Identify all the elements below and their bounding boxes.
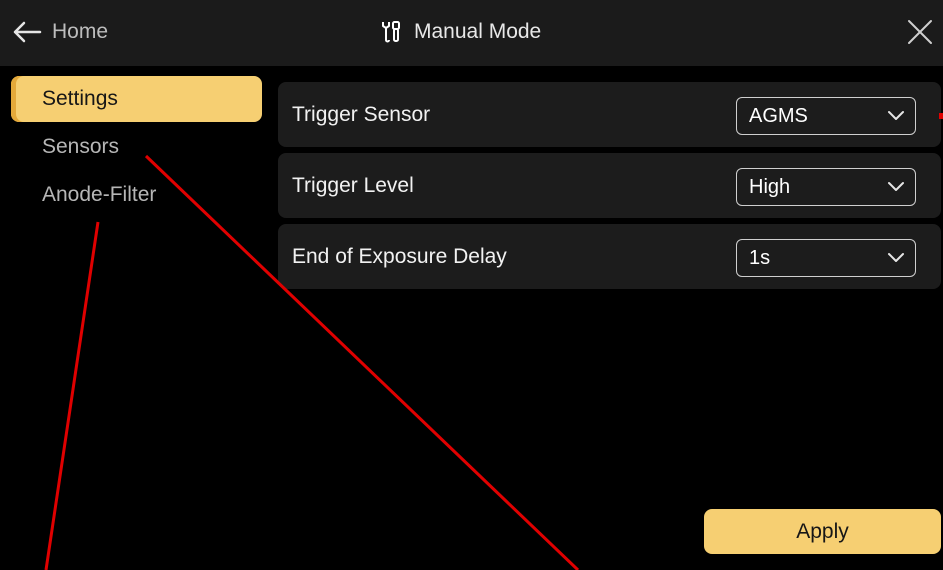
sidebar-item-settings[interactable]: Settings (11, 76, 262, 122)
apply-label: Apply (796, 519, 849, 543)
trigger-sensor-select[interactable]: AGMS (736, 97, 916, 135)
setting-row-trigger-level: Trigger Level High (278, 153, 941, 218)
setting-label: Trigger Sensor (292, 102, 431, 126)
close-icon (908, 20, 932, 44)
annotation-line-anode-filter (44, 221, 100, 570)
select-value: 1s (749, 246, 771, 269)
end-of-exposure-delay-select[interactable]: 1s (736, 239, 916, 277)
sidebar-item-label: Sensors (42, 135, 120, 158)
page-title-text: Manual Mode (414, 20, 542, 43)
page-title: Manual Mode (380, 14, 541, 50)
sidebar-item-sensors[interactable]: Sensors (11, 124, 262, 170)
chevron-down-icon (888, 111, 904, 120)
home-back-button[interactable]: Home (12, 14, 108, 50)
sidebar-item-anode-filter[interactable]: Anode-Filter (11, 172, 262, 218)
chevron-down-icon (888, 182, 904, 191)
sidebar-item-label: Settings (42, 87, 118, 110)
setting-label: End of Exposure Delay (292, 244, 507, 268)
tools-icon (382, 21, 400, 43)
setting-label: Trigger Level (292, 173, 414, 197)
select-value: AGMS (749, 104, 808, 127)
apply-button[interactable]: Apply (704, 509, 941, 554)
chevron-down-icon (888, 253, 904, 262)
trigger-level-select[interactable]: High (736, 168, 916, 206)
title-bar: Home Manual Mode (0, 0, 943, 66)
select-value: High (749, 175, 791, 198)
home-label: Home (52, 20, 109, 43)
setting-row-trigger-sensor: Trigger Sensor AGMS (278, 82, 941, 147)
close-button[interactable] (903, 14, 937, 50)
setting-row-end-of-exposure-delay: End of Exposure Delay 1s (278, 224, 941, 289)
arrow-left-icon (13, 21, 42, 43)
annotation-edge-mark (939, 113, 943, 119)
annotation-line-sensors (144, 154, 580, 570)
sidebar-item-label: Anode-Filter (42, 183, 157, 206)
